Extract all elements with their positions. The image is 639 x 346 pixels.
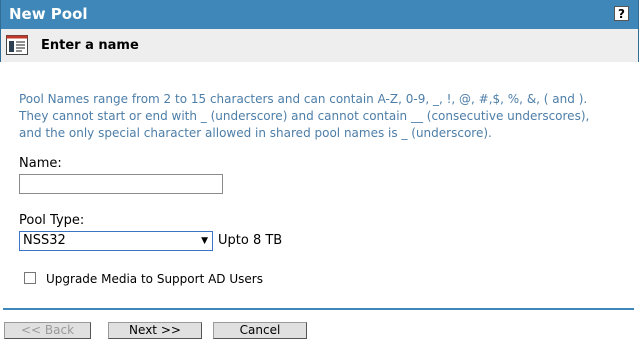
step-title: Enter a name: [41, 38, 139, 53]
rules-line: and the only special character allowed i…: [19, 126, 492, 140]
upgrade-media-label[interactable]: Upgrade Media to Support AD Users: [46, 272, 263, 286]
back-button[interactable]: << Back: [4, 322, 91, 339]
next-button[interactable]: Next >>: [108, 322, 202, 339]
window-title: New Pool: [9, 5, 88, 23]
pool-type-value: NSS32: [23, 233, 66, 248]
dropdown-arrow-icon: ▼: [201, 236, 208, 246]
pool-name-rules: Pool Names range from 2 to 15 characters…: [19, 91, 634, 142]
name-input[interactable]: [19, 174, 223, 194]
title-bar: New Pool ?: [0, 0, 639, 29]
step-header: Enter a name: [0, 29, 639, 62]
upgrade-media-checkbox[interactable]: [24, 272, 36, 284]
pool-size-note: Upto 8 TB: [218, 233, 283, 248]
pool-type-label: Pool Type:: [19, 213, 85, 228]
rules-line: They cannot start or end with _ (undersc…: [19, 109, 590, 123]
pool-type-select[interactable]: NSS32 ▼: [19, 231, 213, 251]
help-button[interactable]: ?: [614, 6, 629, 21]
cancel-button[interactable]: Cancel: [213, 322, 307, 339]
rules-line: Pool Names range from 2 to 15 characters…: [19, 92, 588, 106]
name-label: Name:: [19, 156, 62, 171]
footer-divider: [3, 308, 634, 310]
wizard-form-icon: [6, 35, 28, 55]
